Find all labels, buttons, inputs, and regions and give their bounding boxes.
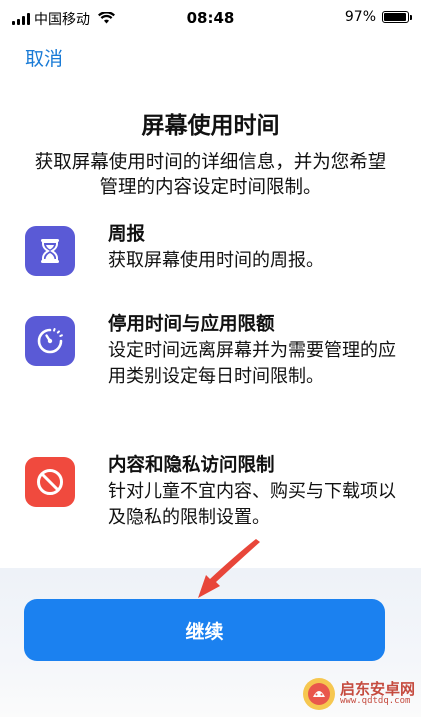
- status-right: 97%: [344, 9, 412, 25]
- cancel-button[interactable]: 取消: [25, 44, 63, 71]
- watermark-text: 启东安卓网 www.qdtdq.com: [340, 681, 415, 707]
- feature-title: 停用时间与应用限额: [108, 314, 275, 335]
- watermark-name: 启东安卓网: [339, 679, 415, 698]
- battery-fill: [384, 13, 407, 21]
- watermark: 启东安卓网 www.qdtdq.com: [302, 677, 415, 711]
- feature-description: 获取屏幕使用时间的周报。: [108, 250, 324, 271]
- page-subtitle: 获取屏幕使用时间的详细信息，并为您希望管理的内容设定时间限制。: [34, 152, 387, 198]
- watermark-url: www.qdtdq.com: [339, 696, 411, 707]
- feature-text: 周报 获取屏幕使用时间的周报。: [108, 222, 401, 274]
- annotation-arrow-icon: [192, 538, 264, 608]
- continue-button[interactable]: 继续: [24, 599, 385, 661]
- feature-description: 针对儿童不宜内容、购买与下载项以及隐私的限制设置。: [108, 481, 396, 528]
- feature-title: 周报: [108, 224, 146, 245]
- page-title: 屏幕使用时间: [141, 113, 280, 139]
- feature-text: 内容和隐私访问限制 针对儿童不宜内容、购买与下载项以及隐私的限制设置。: [108, 453, 401, 531]
- battery-icon: [382, 11, 412, 23]
- restriction-icon: [25, 457, 75, 507]
- battery-percent: 97%: [344, 9, 376, 25]
- feature-text: 停用时间与应用限额 设定时间远离屏幕并为需要管理的应用类别设定每日时间限制。: [108, 312, 401, 390]
- hourglass-icon: [25, 226, 75, 276]
- downtime-icon: [25, 316, 75, 366]
- feature-title: 内容和隐私访问限制: [108, 455, 275, 476]
- feature-description: 设定时间远离屏幕并为需要管理的应用类别设定每日时间限制。: [108, 340, 396, 387]
- watermark-logo-icon: [302, 677, 336, 711]
- status-bar: 中国移动 08:48 97%: [0, 0, 421, 36]
